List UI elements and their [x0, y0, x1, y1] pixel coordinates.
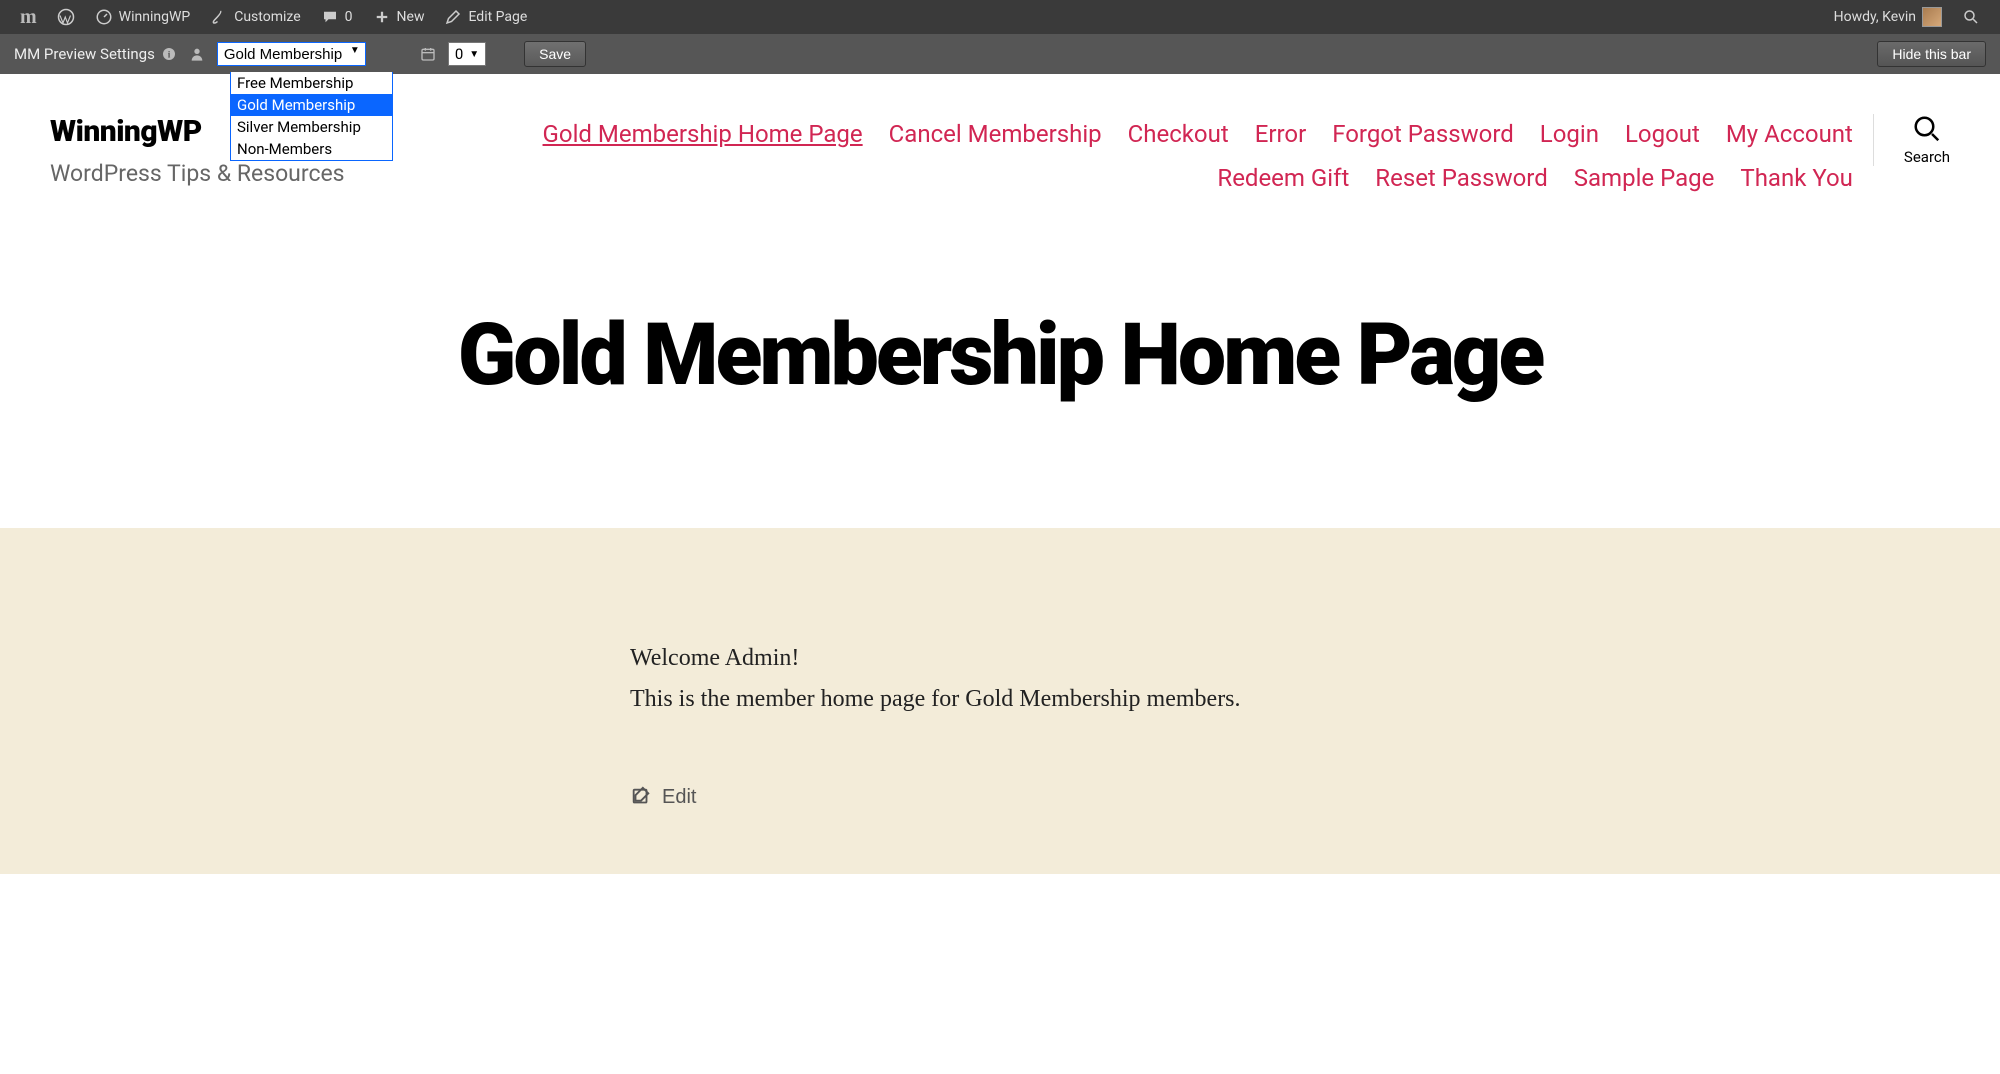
nav-error[interactable]: Error	[1255, 120, 1307, 148]
user-greeting[interactable]: Howdy, Kevin	[1824, 0, 1952, 34]
membership-option-nonmembers[interactable]: Non-Members	[231, 138, 392, 160]
chevron-down-icon: ▼	[469, 49, 479, 60]
comment-icon	[321, 8, 339, 26]
wp-admin-bar: m WinningWP Customize 0 New Edit Page Ho…	[0, 0, 2000, 34]
comments-count: 0	[345, 9, 353, 25]
primary-nav: Gold Membership Home Page Cancel Members…	[350, 114, 1853, 192]
membership-select[interactable]: Gold Membership	[217, 42, 366, 66]
customize-link[interactable]: Customize	[200, 0, 310, 34]
nav-checkout[interactable]: Checkout	[1128, 120, 1229, 148]
edit-page-text: Edit Page	[468, 9, 527, 25]
site-tagline: WordPress Tips & Resources	[50, 159, 350, 189]
membership-option-silver[interactable]: Silver Membership	[231, 116, 392, 138]
site-name-text: WinningWP	[119, 9, 191, 25]
nav-sample-page[interactable]: Sample Page	[1574, 164, 1715, 192]
info-icon[interactable]: i	[161, 46, 177, 62]
search-icon	[1912, 114, 1942, 144]
mm-preview-label: MM Preview Settings i	[14, 45, 177, 63]
content-line-2: This is the member home page for Gold Me…	[630, 679, 1370, 720]
search-label: Search	[1904, 148, 1950, 166]
new-link[interactable]: New	[363, 0, 435, 34]
greeting-text: Howdy, Kevin	[1834, 9, 1916, 25]
brush-icon	[210, 8, 228, 26]
admin-search-icon[interactable]	[1952, 0, 1990, 34]
nav-login[interactable]: Login	[1540, 120, 1599, 148]
user-icon	[189, 46, 205, 62]
page-content: Welcome Admin! This is the member home p…	[0, 528, 2000, 874]
membership-dropdown: Free Membership Gold Membership Silver M…	[230, 72, 393, 161]
calendar-icon	[420, 46, 436, 62]
nav-gold-membership-home[interactable]: Gold Membership Home Page	[543, 120, 863, 148]
wordpress-icon[interactable]	[47, 0, 85, 34]
comments-link[interactable]: 0	[311, 0, 363, 34]
avatar	[1922, 7, 1942, 27]
nav-redeem-gift[interactable]: Redeem Gift	[1217, 164, 1349, 192]
nav-my-account[interactable]: My Account	[1726, 120, 1853, 148]
nav-logout[interactable]: Logout	[1625, 120, 1700, 148]
page-hero: Gold Membership Home Page	[50, 192, 1950, 528]
nav-thank-you[interactable]: Thank You	[1740, 164, 1853, 192]
customize-text: Customize	[234, 9, 300, 25]
edit-page-link[interactable]: Edit Page	[434, 0, 537, 34]
days-select[interactable]: 0 ▼	[448, 42, 486, 66]
edit-link-text: Edit	[662, 780, 696, 814]
site-name-link[interactable]: WinningWP	[85, 0, 201, 34]
hide-bar-button[interactable]: Hide this bar	[1877, 41, 1986, 67]
edit-link[interactable]: Edit	[630, 780, 1370, 814]
membership-option-free[interactable]: Free Membership	[231, 72, 392, 94]
new-text: New	[397, 9, 425, 25]
nav-forgot-password[interactable]: Forgot Password	[1332, 120, 1514, 148]
plus-icon	[373, 8, 391, 26]
svg-text:i: i	[168, 50, 171, 60]
dashboard-icon	[95, 8, 113, 26]
pencil-icon	[444, 8, 462, 26]
membership-option-gold[interactable]: Gold Membership	[231, 94, 392, 116]
nav-cancel-membership[interactable]: Cancel Membership	[889, 120, 1102, 148]
save-button[interactable]: Save	[524, 41, 586, 67]
page-title: Gold Membership Home Page	[90, 312, 1910, 398]
membership-select-wrap[interactable]: Gold Membership	[217, 42, 366, 66]
content-line-1: Welcome Admin!	[630, 638, 1370, 679]
search-button[interactable]: Search	[1873, 114, 1950, 166]
mm-logo[interactable]: m	[10, 0, 47, 34]
nav-reset-password[interactable]: Reset Password	[1375, 164, 1547, 192]
mm-preview-bar: MM Preview Settings i Gold Membership 0 …	[0, 34, 2000, 74]
edit-icon	[630, 786, 652, 808]
